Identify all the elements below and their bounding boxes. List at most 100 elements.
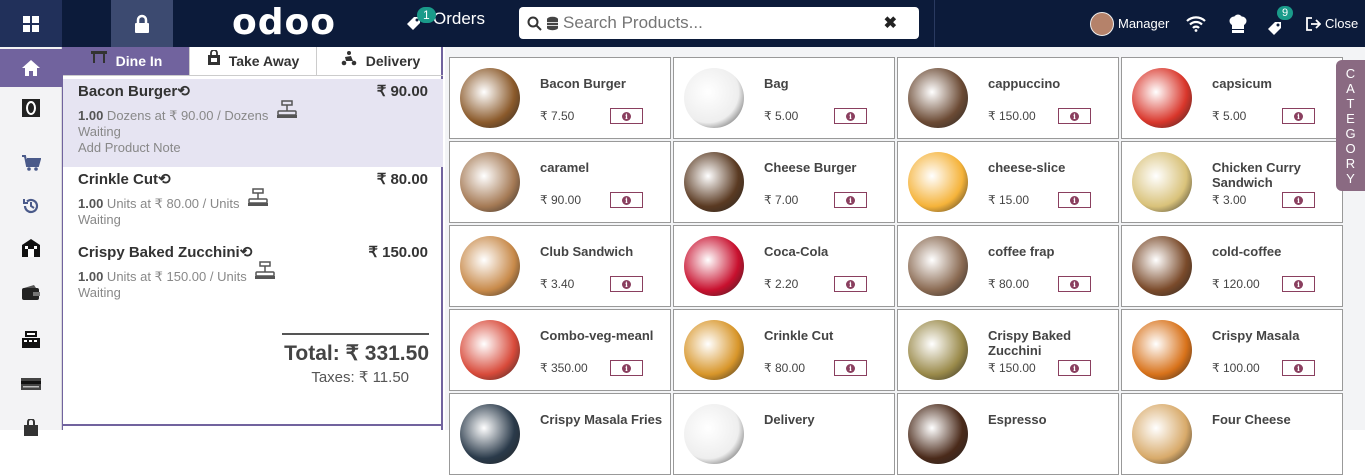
kitchen-button[interactable] <box>1228 0 1248 47</box>
order-line-status: Waiting <box>78 212 121 227</box>
orders-button[interactable]: 1 Orders <box>405 7 485 30</box>
product-card[interactable]: Combo-veg-meanl ₹ 350.00 i <box>449 309 671 391</box>
category-letter: Y <box>1346 170 1355 186</box>
tab-take-away[interactable]: Take Away <box>190 47 317 75</box>
order-taxes: Taxes: ₹ 11.50 <box>311 369 409 386</box>
product-price: ₹ 90.00 <box>540 193 581 207</box>
add-product-note[interactable]: Add Product Note <box>78 140 428 156</box>
tab-label: Dine In <box>115 53 163 69</box>
nav-card[interactable] <box>0 365 62 403</box>
product-card[interactable]: Crispy Baked Zucchini ₹ 150.00 i <box>897 309 1119 391</box>
odoo-app-icon <box>22 99 40 117</box>
product-info-button[interactable]: i <box>1058 360 1091 376</box>
odoo-logo: odoo <box>232 2 336 43</box>
order-line-price: ₹ 150.00 <box>368 244 428 261</box>
product-info-button[interactable]: i <box>1282 108 1315 124</box>
product-price: ₹ 3.00 <box>1212 193 1247 207</box>
lock-button[interactable] <box>111 0 173 47</box>
product-name: Crispy Masala Fries <box>540 412 663 427</box>
product-info-button[interactable]: i <box>610 276 643 292</box>
notifications-button[interactable]: 9 <box>1266 0 1300 47</box>
product-image <box>460 320 520 380</box>
product-card[interactable]: Club Sandwich ₹ 3.40 i <box>449 225 671 307</box>
delivery-icon <box>341 51 357 66</box>
product-card[interactable]: Crinkle Cut ₹ 80.00 i <box>673 309 895 391</box>
product-card[interactable]: Chicken Curry Sandwich ₹ 3.00 i <box>1121 141 1343 223</box>
info-icon: i <box>622 363 631 373</box>
product-price: ₹ 15.00 <box>988 193 1029 207</box>
product-info-button[interactable]: i <box>834 192 867 208</box>
order-total: Total: ₹ 331.50 <box>284 342 429 365</box>
nav-cart[interactable] <box>0 144 62 182</box>
info-icon: i <box>1294 195 1303 205</box>
product-info-button[interactable]: i <box>1282 276 1315 292</box>
user-menu[interactable]: Manager <box>1090 0 1169 47</box>
product-info-button[interactable]: i <box>1058 276 1091 292</box>
order-line-name: Bacon Burger⟲ <box>78 83 190 100</box>
nav-odoo-app[interactable] <box>0 89 62 127</box>
product-price: ₹ 80.00 <box>764 361 805 375</box>
nav-home[interactable] <box>0 49 62 87</box>
nav-wallet[interactable] <box>0 274 62 312</box>
product-image <box>460 152 520 212</box>
product-card[interactable]: Crispy Masala Fries <box>449 393 671 475</box>
search-input[interactable] <box>563 13 880 33</box>
product-name: cold-coffee <box>1212 244 1282 259</box>
close-button[interactable]: Close <box>1306 0 1358 47</box>
product-info-button[interactable]: i <box>834 108 867 124</box>
apps-menu-button[interactable] <box>0 0 62 47</box>
info-icon: i <box>846 195 855 205</box>
product-name: Club Sandwich <box>540 244 634 259</box>
info-icon: i <box>1070 279 1079 289</box>
product-card[interactable]: Espresso <box>897 393 1119 475</box>
nav-register[interactable] <box>0 320 62 358</box>
product-card[interactable]: Delivery <box>673 393 895 475</box>
product-image <box>908 152 968 212</box>
product-card[interactable]: Cheese Burger ₹ 7.00 i <box>673 141 895 223</box>
product-card[interactable]: Bacon Burger ₹ 7.50 i <box>449 57 671 139</box>
category-toggle[interactable]: CATEGORY <box>1336 60 1365 191</box>
product-info-button[interactable]: i <box>834 360 867 376</box>
order-line[interactable]: Crinkle Cut⟲ ₹ 80.00 1.00 Units at ₹ 80.… <box>63 168 443 234</box>
product-info-button[interactable]: i <box>834 276 867 292</box>
nav-bag[interactable] <box>0 409 62 447</box>
info-icon: i <box>1070 111 1079 121</box>
wifi-status[interactable] <box>1186 0 1206 47</box>
info-icon: i <box>622 111 631 121</box>
product-card[interactable]: cappuccino ₹ 150.00 i <box>897 57 1119 139</box>
product-name: capsicum <box>1212 76 1272 91</box>
product-info-button[interactable]: i <box>1282 192 1315 208</box>
info-icon: i <box>1070 363 1079 373</box>
product-info-button[interactable]: i <box>1282 360 1315 376</box>
card-icon <box>21 378 41 390</box>
product-card[interactable]: capsicum ₹ 5.00 i <box>1121 57 1343 139</box>
product-card[interactable]: Coca-Cola ₹ 2.20 i <box>673 225 895 307</box>
product-info-button[interactable]: i <box>610 108 643 124</box>
product-info-button[interactable]: i <box>1058 192 1091 208</box>
product-info-button[interactable]: i <box>1058 108 1091 124</box>
info-icon: i <box>1294 279 1303 289</box>
nav-store[interactable] <box>0 229 62 267</box>
product-info-button[interactable]: i <box>610 192 643 208</box>
product-card[interactable]: Bag ₹ 5.00 i <box>673 57 895 139</box>
info-icon: i <box>1070 195 1079 205</box>
search-bar[interactable]: ✖ <box>519 7 919 39</box>
sign-out-icon <box>1306 16 1321 31</box>
tab-delivery[interactable]: Delivery <box>317 47 443 75</box>
nav-history[interactable] <box>0 187 62 225</box>
product-card[interactable]: cold-coffee ₹ 120.00 i <box>1121 225 1343 307</box>
product-card[interactable]: coffee frap ₹ 80.00 i <box>897 225 1119 307</box>
clear-search-icon[interactable]: ✖ <box>884 13 897 33</box>
product-image <box>684 236 744 296</box>
product-card[interactable]: cheese-slice ₹ 15.00 i <box>897 141 1119 223</box>
product-card[interactable]: caramel ₹ 90.00 i <box>449 141 671 223</box>
order-line[interactable]: Bacon Burger⟲ ₹ 90.00 1.00 Dozens at ₹ 9… <box>63 79 443 167</box>
order-line[interactable]: Crispy Baked Zucchini⟲ ₹ 150.00 1.00 Uni… <box>63 241 443 307</box>
order-line-price: ₹ 90.00 <box>376 83 428 100</box>
product-info-button[interactable]: i <box>610 360 643 376</box>
tab-dine-in[interactable]: Dine In <box>63 47 190 75</box>
product-image <box>460 236 520 296</box>
product-card[interactable]: Crispy Masala ₹ 100.00 i <box>1121 309 1343 391</box>
product-name: Combo-veg-meanl <box>540 328 654 343</box>
product-card[interactable]: Four Cheese <box>1121 393 1343 475</box>
